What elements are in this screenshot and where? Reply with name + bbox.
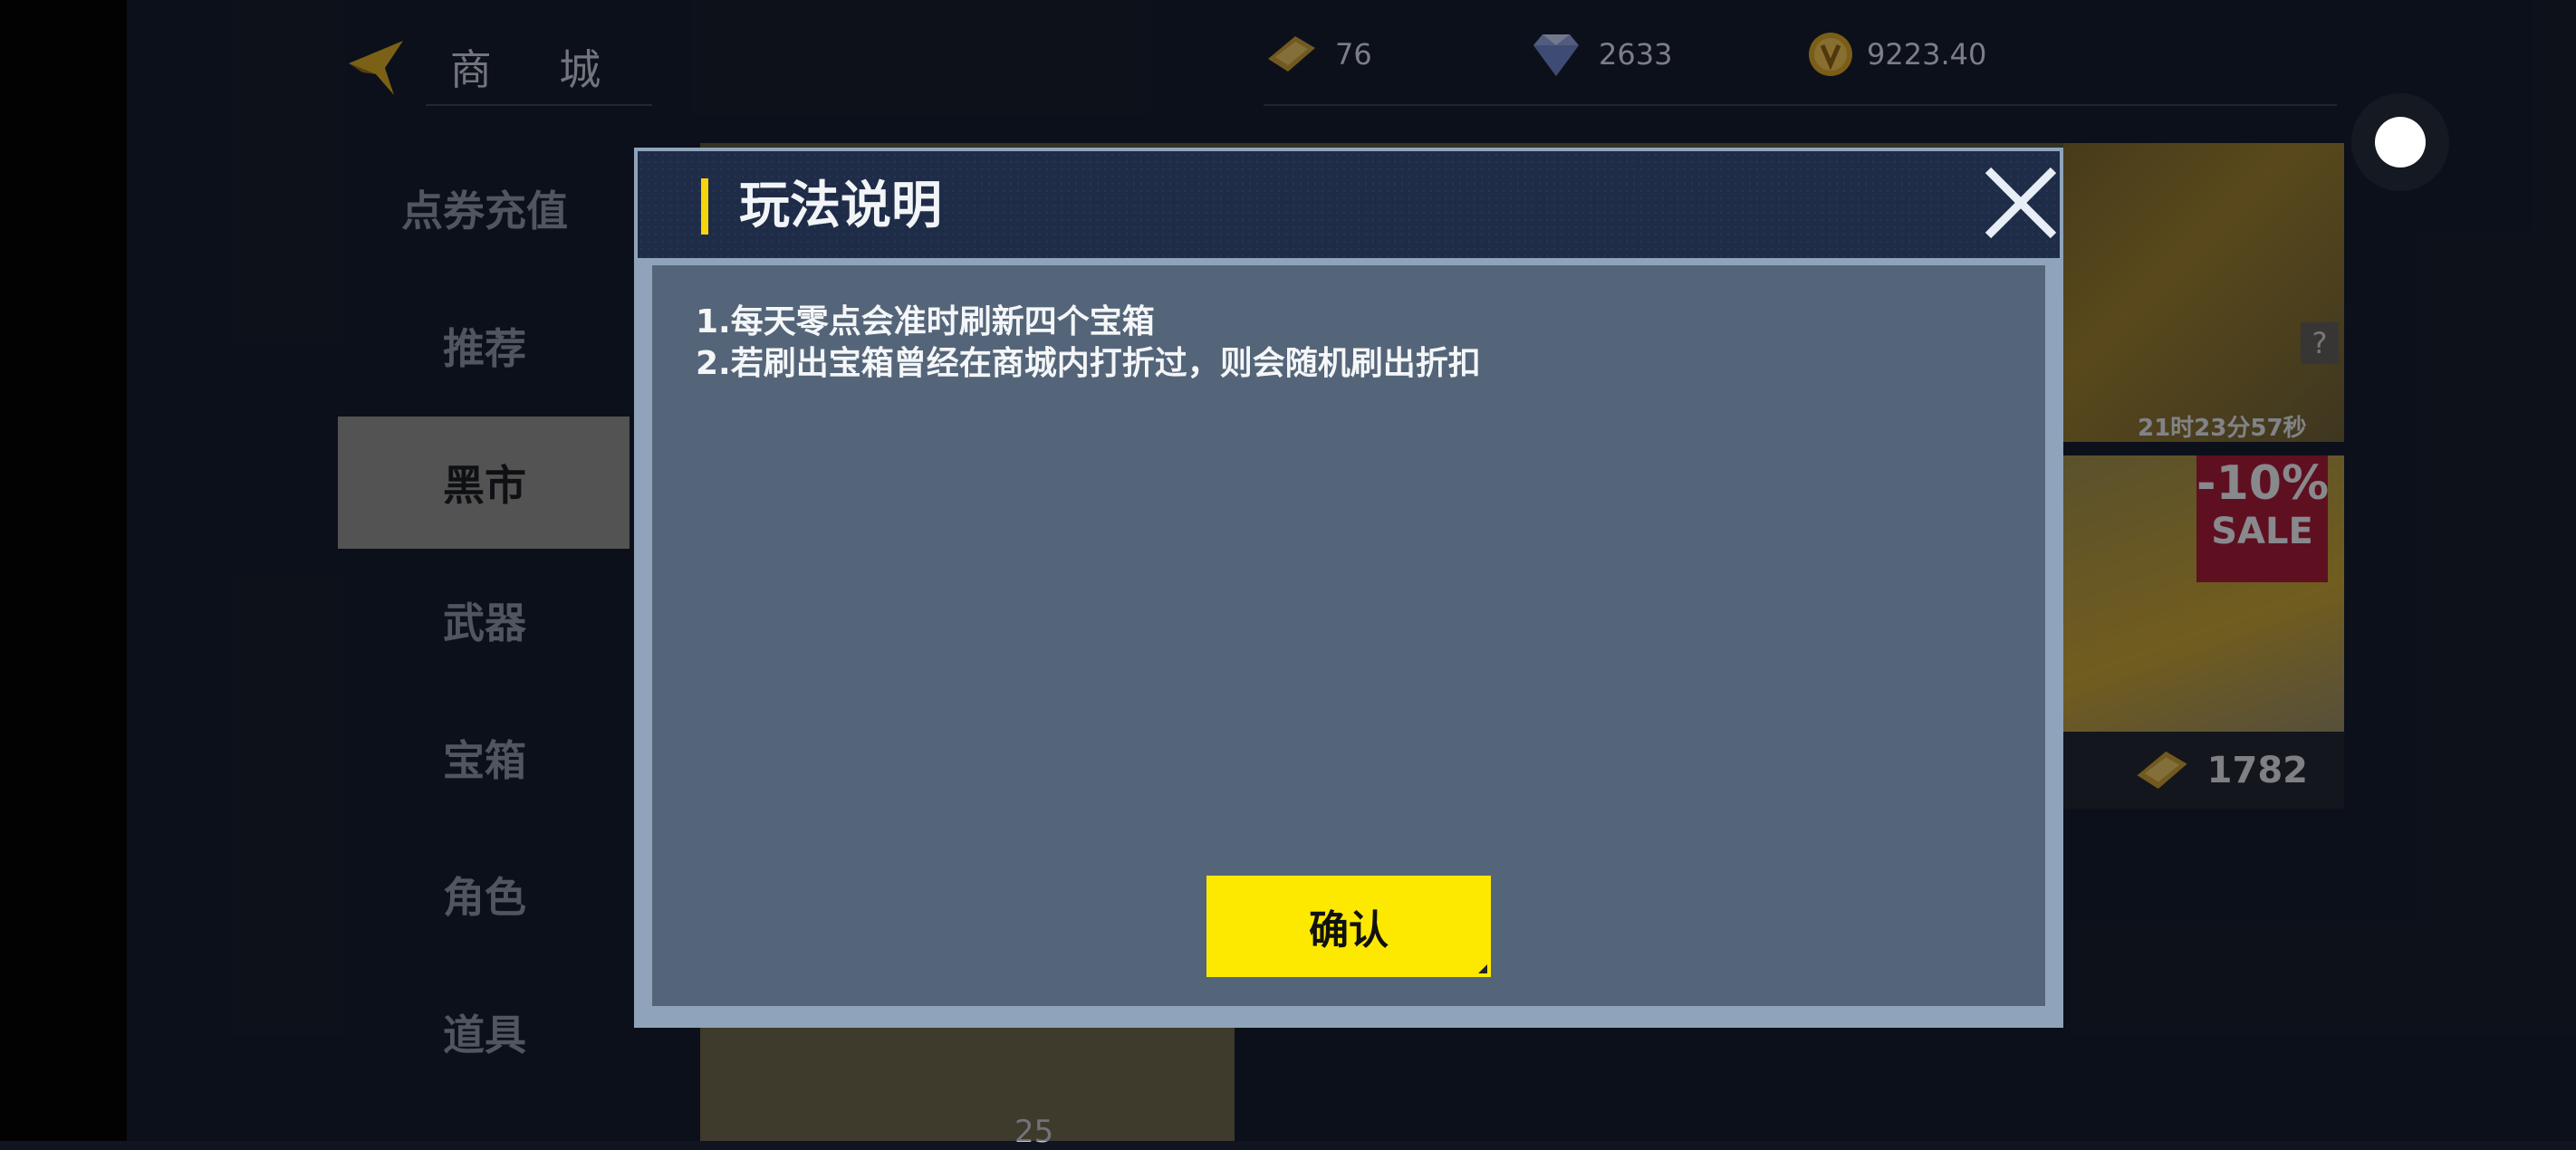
rule-line: 2.若刷出宝箱曾经在商城内打折过，则会随机刷出折扣	[696, 345, 1481, 382]
dialog-header: 玩法说明	[638, 151, 2060, 258]
dialog-title: 玩法说明	[739, 177, 942, 235]
assist-dot-icon	[2375, 117, 2426, 168]
confirm-corner-mark	[1478, 964, 1487, 973]
close-button[interactable]	[1979, 161, 2062, 244]
close-icon	[1985, 167, 2057, 239]
rule-line: 1.每天零点会准时刷新四个宝箱	[696, 303, 1155, 340]
rules-text: 1.每天零点会准时刷新四个宝箱 2.若刷出宝箱曾经在商城内打折过，则会随机刷出折…	[696, 302, 1481, 385]
left-black-bar	[0, 0, 127, 1141]
rules-dialog: 玩法说明 1.每天零点会准时刷新四个宝箱 2.若刷出宝箱曾经在商城内打折过，则会…	[634, 148, 2063, 1028]
confirm-button[interactable]: 确认	[1206, 876, 1491, 977]
title-accent-bar	[701, 178, 708, 235]
